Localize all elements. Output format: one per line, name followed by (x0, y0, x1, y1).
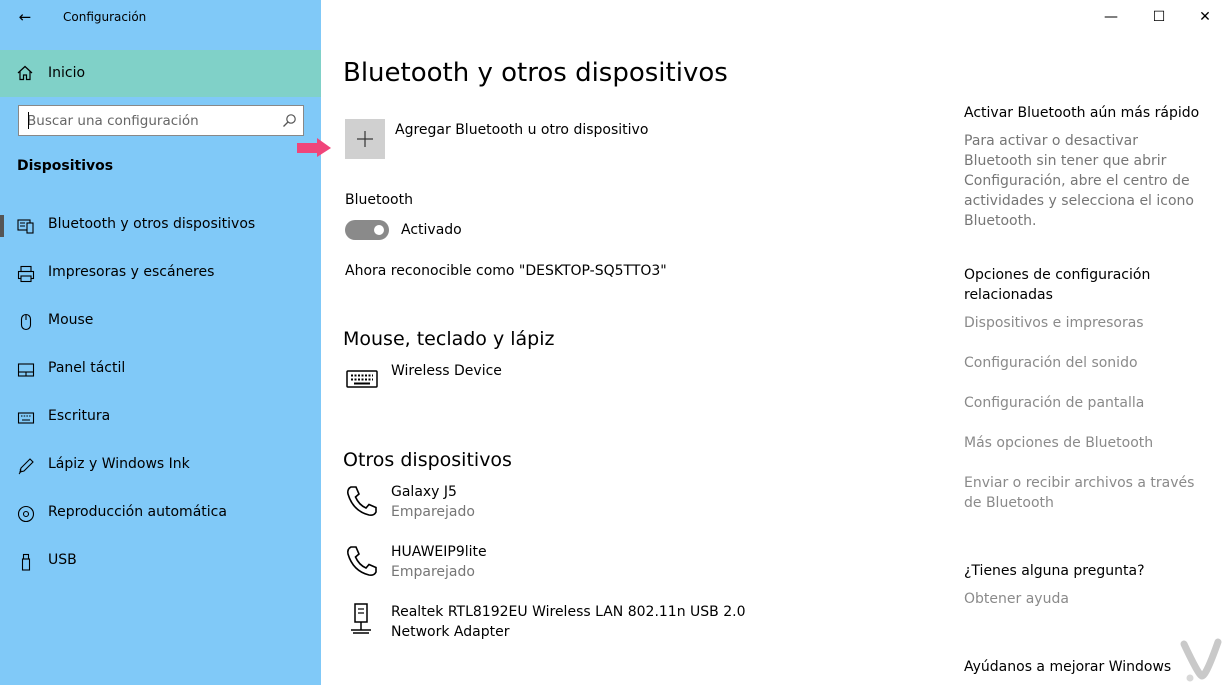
minimize-icon: — (1104, 9, 1118, 25)
bluetooth-devices-icon (17, 219, 34, 234)
link-display-settings[interactable]: Configuración de pantalla (964, 393, 1224, 413)
watermark-logo-icon (1180, 638, 1222, 682)
close-button[interactable]: ✕ (1185, 4, 1225, 30)
device-name: Realtek RTL8192EU Wireless LAN 802.11n U… (391, 604, 746, 620)
add-device-button[interactable] (345, 119, 385, 159)
printer-icon (17, 265, 35, 283)
app-title: Configuración (63, 10, 147, 24)
device-name: HUAWEIP9lite (391, 544, 487, 560)
sidebar-item-label: Impresoras y escáneres (48, 264, 215, 280)
page-title: Bluetooth y otros dispositivos (343, 58, 728, 88)
link-more-bluetooth-options[interactable]: Más opciones de Bluetooth (964, 433, 1224, 453)
back-button[interactable]: ← (12, 6, 38, 30)
back-arrow-icon: ← (18, 8, 32, 26)
mouse-icon (20, 313, 32, 331)
device-status: Network Adapter (391, 624, 510, 640)
phone-icon (347, 546, 377, 576)
mouse-keyboard-pen-heading: Mouse, teclado y lápiz (343, 328, 555, 350)
other-devices-heading: Otros dispositivos (343, 449, 512, 471)
sidebar: ← Configuración Inicio Dispositivos Blue… (0, 0, 321, 685)
close-icon: ✕ (1199, 9, 1211, 25)
sidebar-item-label: Lápiz y Windows Ink (48, 456, 190, 472)
device-status: Emparejado (391, 504, 475, 520)
section-title: Dispositivos (17, 158, 114, 174)
related-settings-heading: Opciones de configuración relacionadas (964, 267, 1151, 303)
device-status: Emparejado (391, 564, 475, 580)
text-caret (28, 112, 29, 129)
annotation-arrow-icon (297, 138, 331, 157)
sidebar-item-label: USB (48, 552, 77, 568)
sidebar-item-usb[interactable]: USB (0, 542, 321, 582)
bluetooth-label: Bluetooth (345, 192, 413, 208)
sidebar-item-touchpad[interactable]: Panel táctil (0, 350, 321, 390)
sidebar-item-label: Panel táctil (48, 360, 126, 376)
home-label: Inicio (48, 65, 86, 81)
bluetooth-toggle[interactable] (345, 220, 389, 240)
sidebar-item-autoplay[interactable]: Reproducción automática (0, 494, 321, 534)
toggle-knob (374, 225, 384, 235)
quick-bluetooth-text: Para activar o desactivar Bluetooth sin … (964, 133, 1194, 229)
device-name: Wireless Device (391, 363, 502, 379)
maximize-icon: ☐ (1152, 9, 1166, 25)
discoverable-text: Ahora reconocible como "DESKTOP-SQ5TTO3" (345, 263, 667, 279)
home-nav-item[interactable]: Inicio (0, 50, 321, 97)
sidebar-item-typing[interactable]: Escritura (0, 398, 321, 438)
sidebar-item-label: Mouse (48, 312, 94, 328)
link-send-receive-bluetooth[interactable]: Enviar o recibir archivos a través de Bl… (964, 473, 1214, 513)
sidebar-item-label: Escritura (48, 408, 111, 424)
search-input[interactable] (27, 106, 277, 135)
maximize-button[interactable]: ☐ (1139, 4, 1179, 30)
sidebar-item-pen[interactable]: Lápiz y Windows Ink (0, 446, 321, 486)
autoplay-icon (17, 505, 35, 523)
quick-bluetooth-heading: Activar Bluetooth aún más rápido (964, 105, 1200, 121)
sidebar-item-bluetooth[interactable]: Bluetooth y otros dispositivos (0, 206, 321, 246)
sidebar-item-mouse[interactable]: Mouse (0, 302, 321, 342)
minimize-button[interactable]: — (1091, 4, 1131, 30)
home-icon (17, 65, 33, 81)
usb-icon (21, 553, 31, 571)
keyboard-device-icon (346, 370, 378, 388)
network-adapter-icon (351, 603, 371, 634)
touchpad-icon (17, 363, 35, 377)
bluetooth-state-label: Activado (401, 222, 462, 238)
sidebar-item-label: Bluetooth y otros dispositivos (48, 216, 256, 232)
sidebar-item-printers[interactable]: Impresoras y escáneres (0, 254, 321, 294)
link-sound-settings[interactable]: Configuración del sonido (964, 353, 1224, 373)
phone-icon (347, 486, 377, 516)
pen-icon (18, 458, 34, 475)
sidebar-item-label: Reproducción automática (48, 504, 227, 520)
search-icon[interactable] (282, 113, 297, 128)
search-box[interactable] (18, 105, 304, 136)
title-bar: ← Configuración (0, 0, 321, 36)
link-get-help[interactable]: Obtener ayuda (964, 589, 1224, 609)
keyboard-icon (17, 412, 35, 424)
link-devices-printers[interactable]: Dispositivos e impresoras (964, 313, 1224, 333)
add-device-label[interactable]: Agregar Bluetooth u otro dispositivo (395, 122, 648, 138)
plus-icon (357, 131, 373, 147)
question-heading: ¿Tienes alguna pregunta? (964, 563, 1145, 579)
device-name: Galaxy J5 (391, 484, 457, 500)
